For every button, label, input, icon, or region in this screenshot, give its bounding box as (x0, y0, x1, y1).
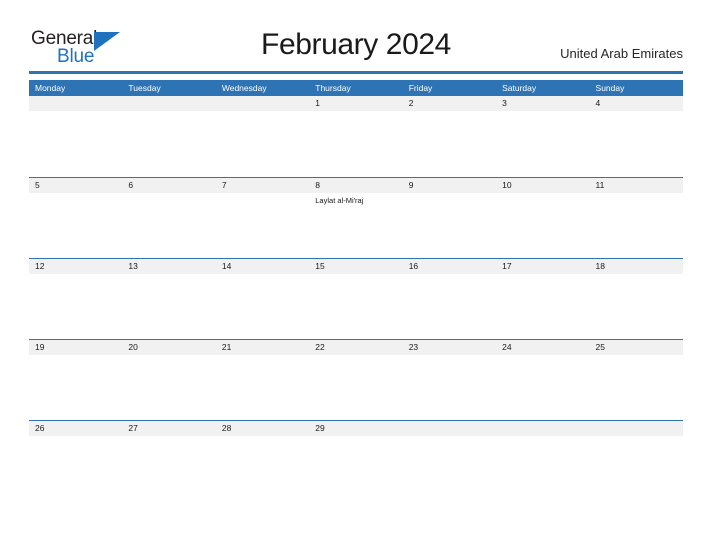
day-cell[interactable] (309, 355, 402, 420)
day-number[interactable]: 9 (403, 178, 496, 193)
day-cell[interactable] (29, 274, 122, 339)
weekday-header-sunday: Sunday (595, 83, 625, 93)
day-number[interactable]: 12 (29, 259, 122, 274)
day-cell[interactable] (216, 436, 309, 501)
day-cell[interactable] (309, 436, 402, 501)
day-number[interactable]: 20 (122, 340, 215, 355)
weekday-header-tuesday: Tuesday (128, 83, 161, 93)
day-number[interactable] (590, 421, 683, 436)
weekday-header-wednesday: Wednesday (221, 83, 267, 93)
day-cell[interactable]: Laylat al-Mi'raj (309, 193, 402, 258)
day-cell[interactable] (403, 274, 496, 339)
country-label: United Arab Emirates (560, 46, 683, 61)
week-row: 26 27 28 29 (29, 420, 683, 501)
day-number[interactable]: 22 (309, 340, 402, 355)
weekday-header-saturday: Saturday (502, 83, 537, 93)
day-cell[interactable] (496, 436, 589, 501)
week-event-cells: Laylat al-Mi'raj (29, 193, 683, 258)
day-number[interactable] (403, 421, 496, 436)
day-cell[interactable] (122, 436, 215, 501)
week-row: 19 20 21 22 23 24 25 (29, 339, 683, 420)
calendar-grid: Monday Tuesday Wednesday Thursday Friday… (29, 80, 683, 501)
day-cell[interactable] (122, 355, 215, 420)
day-number[interactable]: 16 (403, 259, 496, 274)
day-number[interactable]: 25 (590, 340, 683, 355)
weekday-header-thursday: Thursday (315, 83, 351, 93)
day-number[interactable]: 1 (309, 96, 402, 111)
week-date-band: 5 6 7 8 9 10 11 (29, 178, 683, 193)
week-row: 12 13 14 15 16 17 18 (29, 258, 683, 339)
day-cell[interactable] (403, 193, 496, 258)
day-number[interactable]: 4 (590, 96, 683, 111)
week-row: 5 6 7 8 9 10 11 Laylat al-Mi'raj (29, 177, 683, 258)
day-number[interactable] (496, 421, 589, 436)
day-number[interactable]: 2 (403, 96, 496, 111)
day-cell[interactable] (403, 355, 496, 420)
day-cell[interactable] (29, 193, 122, 258)
day-cell[interactable] (29, 111, 122, 176)
day-number[interactable] (216, 96, 309, 111)
day-number[interactable]: 18 (590, 259, 683, 274)
day-number[interactable]: 3 (496, 96, 589, 111)
day-cell[interactable] (403, 436, 496, 501)
week-row: 1 2 3 4 (29, 96, 683, 177)
day-number[interactable]: 24 (496, 340, 589, 355)
week-event-cells (29, 355, 683, 420)
day-cell[interactable] (309, 111, 402, 176)
day-cell[interactable] (496, 274, 589, 339)
page-masthead: General Blue February 2024 United Arab E… (0, 0, 712, 74)
day-number[interactable] (29, 96, 122, 111)
day-number[interactable]: 15 (309, 259, 402, 274)
day-number[interactable]: 19 (29, 340, 122, 355)
day-cell[interactable] (590, 193, 683, 258)
calendar-page: General Blue February 2024 United Arab E… (0, 0, 712, 550)
day-number[interactable] (122, 96, 215, 111)
day-number[interactable]: 28 (216, 421, 309, 436)
day-cell[interactable] (496, 111, 589, 176)
weekday-header-monday: Monday (35, 83, 66, 93)
day-cell[interactable] (590, 274, 683, 339)
week-event-cells (29, 274, 683, 339)
day-number[interactable]: 21 (216, 340, 309, 355)
day-cell[interactable] (403, 111, 496, 176)
day-event: Laylat al-Mi'raj (315, 196, 364, 205)
day-number[interactable]: 17 (496, 259, 589, 274)
week-event-cells (29, 111, 683, 176)
day-number[interactable]: 10 (496, 178, 589, 193)
day-number[interactable]: 14 (216, 259, 309, 274)
day-cell[interactable] (216, 355, 309, 420)
day-cell[interactable] (29, 355, 122, 420)
day-cell[interactable] (590, 355, 683, 420)
day-cell[interactable] (29, 436, 122, 501)
week-date-band: 12 13 14 15 16 17 18 (29, 259, 683, 274)
day-cell[interactable] (216, 193, 309, 258)
day-number[interactable]: 7 (216, 178, 309, 193)
day-cell[interactable] (216, 111, 309, 176)
day-number[interactable]: 6 (122, 178, 215, 193)
day-cell[interactable] (122, 111, 215, 176)
day-number[interactable]: 5 (29, 178, 122, 193)
day-number[interactable]: 11 (590, 178, 683, 193)
day-cell[interactable] (590, 436, 683, 501)
day-cell[interactable] (496, 193, 589, 258)
day-number[interactable]: 27 (122, 421, 215, 436)
weekday-header-row: Monday Tuesday Wednesday Thursday Friday… (29, 80, 683, 96)
day-number[interactable]: 13 (122, 259, 215, 274)
day-cell[interactable] (216, 274, 309, 339)
weekday-header-friday: Friday (408, 83, 433, 93)
day-cell[interactable] (590, 111, 683, 176)
day-number[interactable]: 26 (29, 421, 122, 436)
day-cell[interactable] (122, 274, 215, 339)
day-number[interactable]: 8 (309, 178, 402, 193)
day-number[interactable]: 29 (309, 421, 402, 436)
week-date-band: 26 27 28 29 (29, 421, 683, 436)
week-event-cells (29, 436, 683, 501)
week-date-band: 19 20 21 22 23 24 25 (29, 340, 683, 355)
day-number[interactable]: 23 (403, 340, 496, 355)
day-cell[interactable] (309, 274, 402, 339)
week-date-band: 1 2 3 4 (29, 96, 683, 111)
header-divider (29, 71, 683, 74)
day-cell[interactable] (496, 355, 589, 420)
day-cell[interactable] (122, 193, 215, 258)
